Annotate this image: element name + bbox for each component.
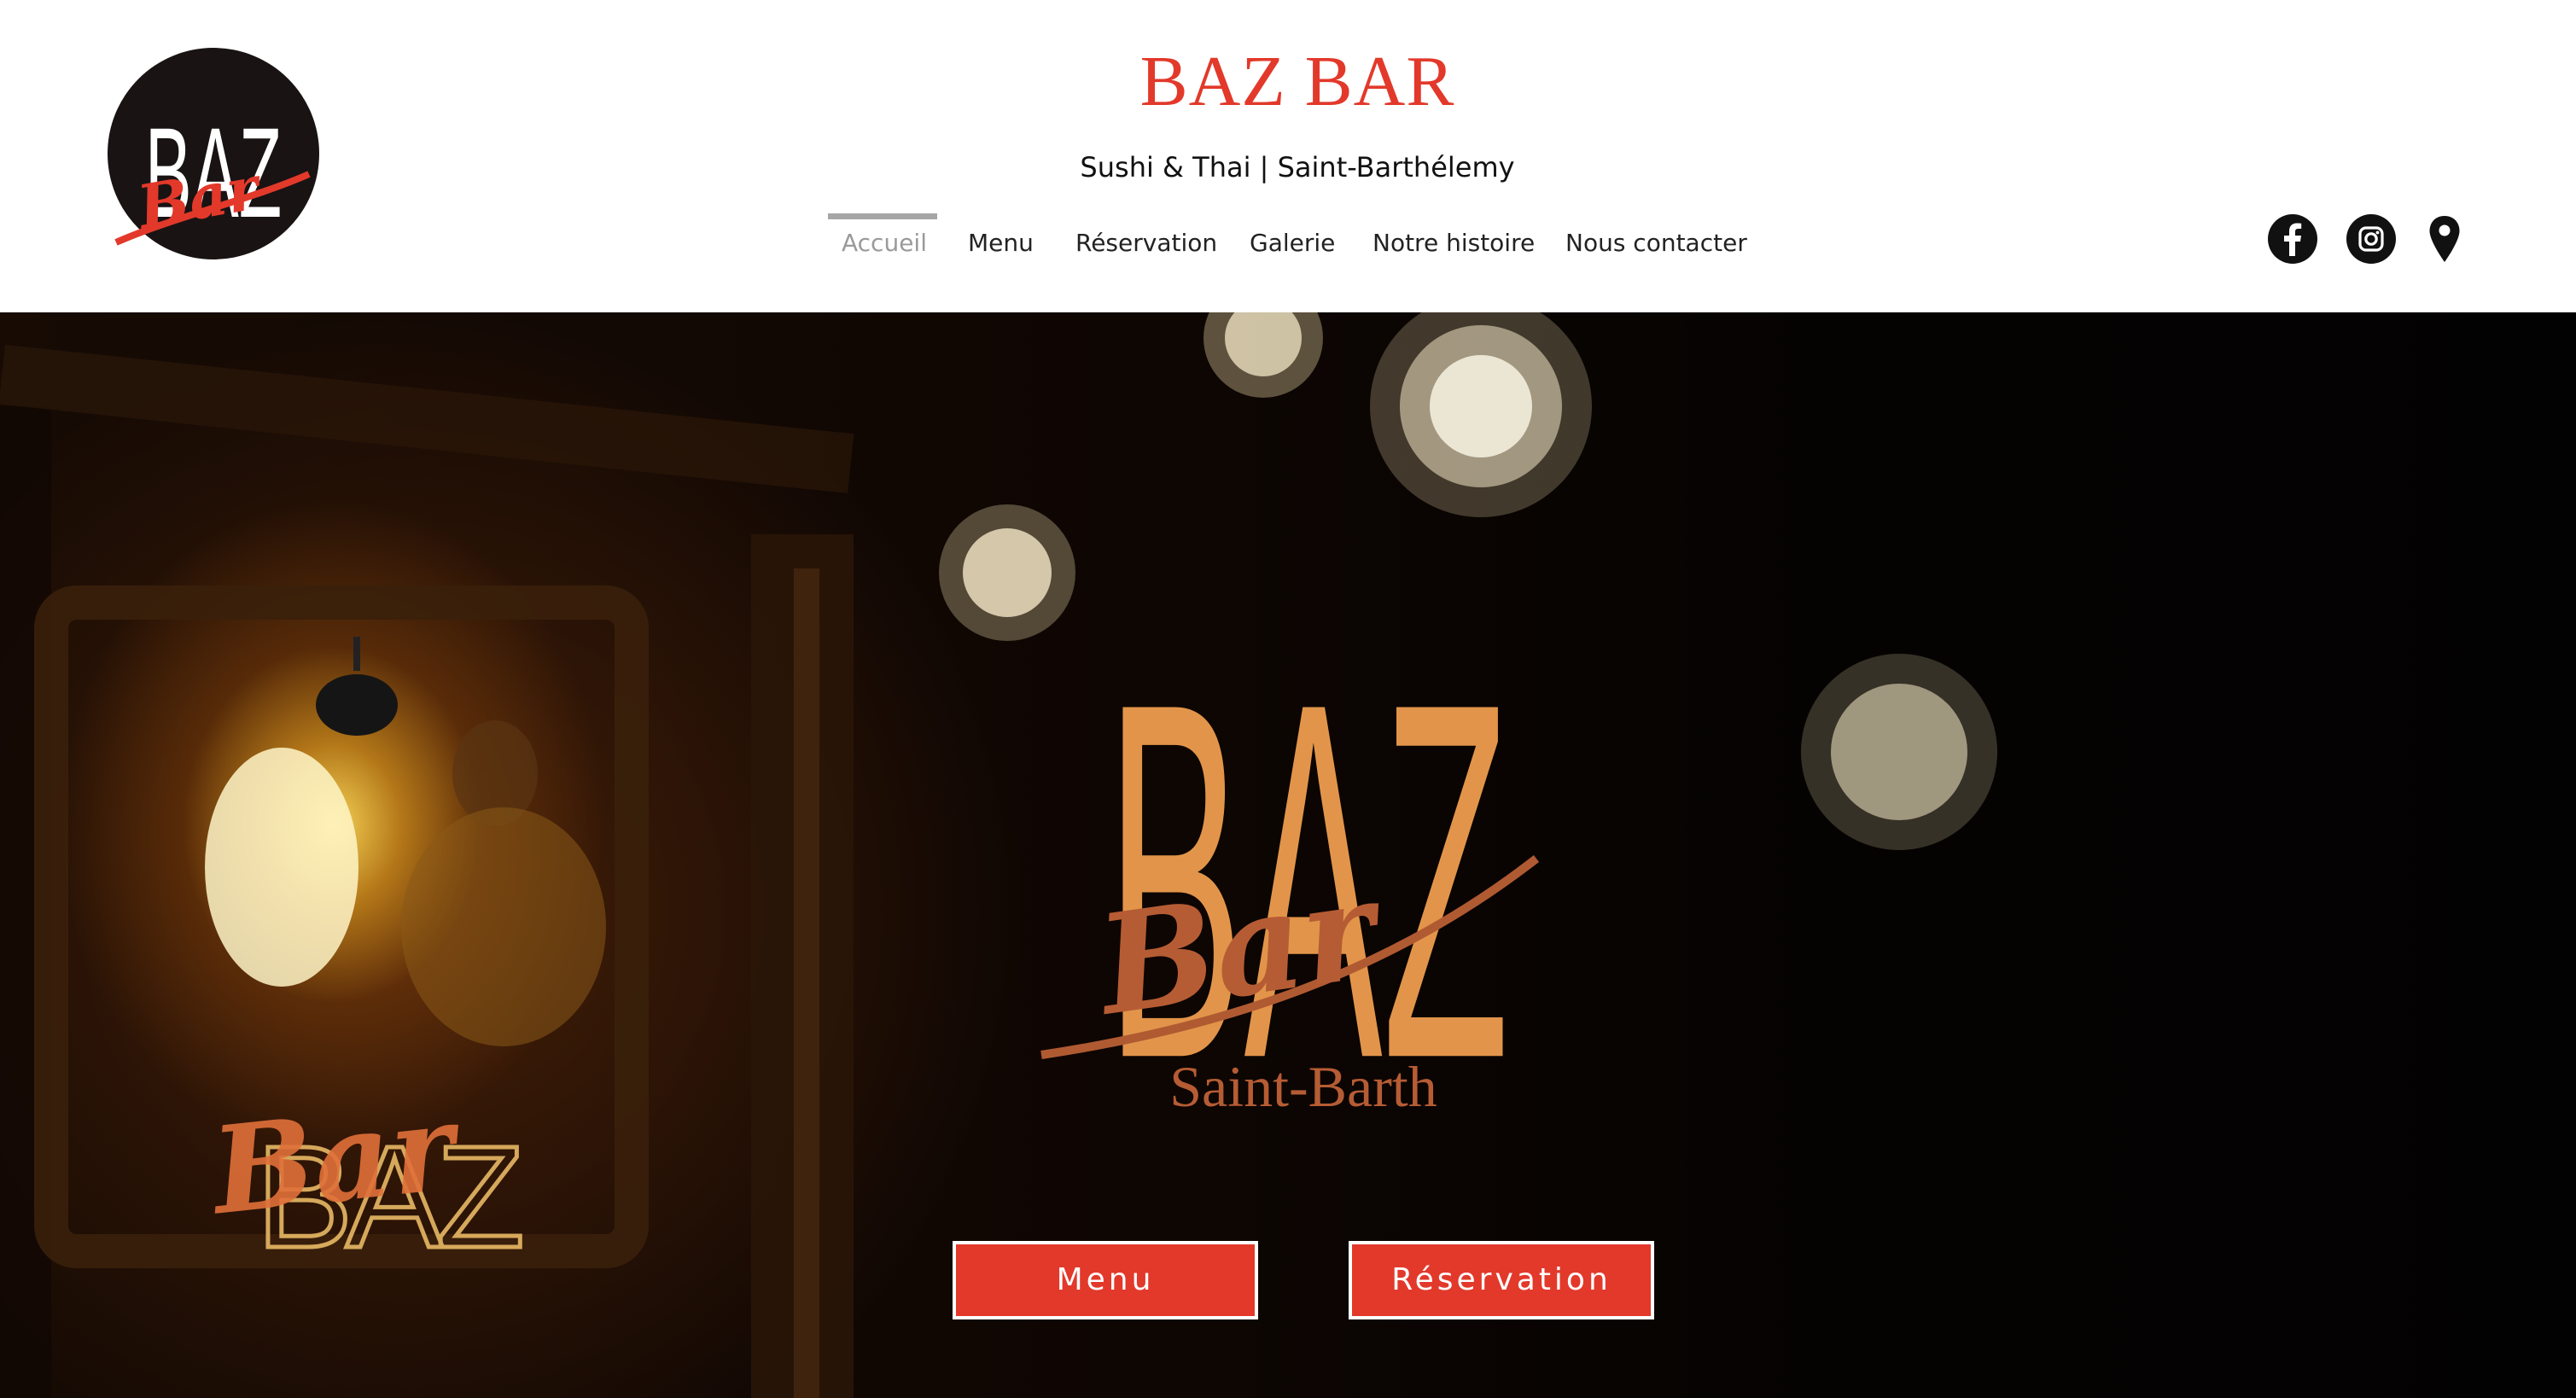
facebook-link[interactable]: [2267, 213, 2318, 265]
instagram-icon: [2346, 214, 2396, 264]
reservation-button[interactable]: Réservation: [1349, 1241, 1654, 1319]
nav-item-notre-histoire[interactable]: Notre histoire: [1373, 213, 1535, 273]
hero-video-banner[interactable]: BAZ Bar BAZ Bar Saint-Barth Menu Réserva…: [0, 312, 2576, 1398]
firework-burst: [939, 504, 1075, 641]
nav-item-accueil[interactable]: Accueil: [842, 213, 927, 273]
nav-item-nous-contacter[interactable]: Nous contacter: [1565, 213, 1747, 273]
nav-item-galerie[interactable]: Galerie: [1250, 213, 1335, 273]
site-title: BAZ BAR: [1139, 42, 1455, 121]
site-subtitle: Sushi & Thai | Saint-Barthélemy: [1080, 151, 1515, 183]
map-pin-icon: [2429, 216, 2460, 262]
hero-background-graphic: BAZ Bar BAZ Bar Saint-Barth: [0, 312, 1997, 1398]
firework-burst: [1370, 312, 1592, 517]
site-header: BAZ Bar BAZ BAR Sushi & Thai | Saint-Bar…: [0, 0, 2576, 312]
menu-button[interactable]: Menu: [953, 1241, 1258, 1319]
instagram-link[interactable]: [2346, 213, 2397, 265]
hero-logo-saint-barth: Saint-Barth: [1169, 1054, 1437, 1119]
nav-item-menu[interactable]: Menu: [968, 213, 1034, 273]
location-link[interactable]: [2419, 213, 2470, 265]
sign-text-bar: Bar: [202, 1077, 469, 1243]
nav-item-reservation[interactable]: Réservation: [1075, 213, 1217, 273]
baz-bar-logo[interactable]: BAZ Bar: [106, 46, 321, 261]
facebook-icon: [2268, 214, 2317, 264]
firework-burst: [1801, 654, 1997, 850]
hero-logo: BAZ Bar Saint-Barth: [1040, 598, 1540, 1164]
firework-burst: [1203, 312, 1323, 398]
baz-bar-logo-graphic: BAZ Bar: [108, 48, 319, 259]
